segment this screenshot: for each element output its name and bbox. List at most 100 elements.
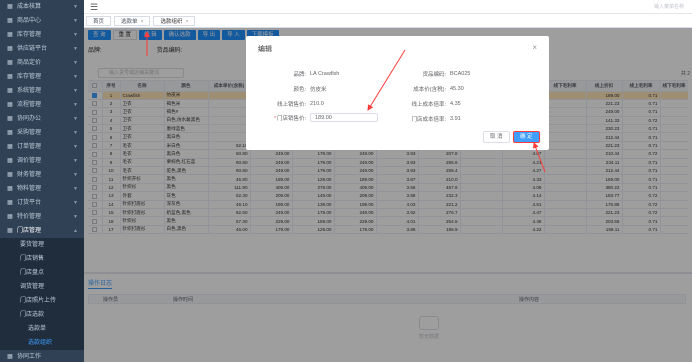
sidebar-subsubitem[interactable]: 选款组织: [0, 336, 84, 350]
sidebar-item[interactable]: ▦ 物料管理 ▼: [0, 182, 84, 196]
online-ratio-label: 线上成本倍率:: [411, 102, 446, 108]
sidebar-item[interactable]: ▦ 流程管理 ▼: [0, 98, 84, 112]
sidebar-item[interactable]: ▦ 门店管理 ▲: [0, 224, 84, 238]
sidebar-item-label: 成本核算: [17, 4, 42, 10]
chevron-icon: ▼: [73, 214, 78, 220]
sidebar-item[interactable]: ▦ 采购管理 ▼: [0, 126, 84, 140]
grid-icon: ▦: [7, 172, 13, 178]
chevron-icon: ▼: [73, 88, 78, 94]
sidebar-menu: ▦ 成本核算 ▼ ▦ 商品中心 ▼ ▦ 库存管理 ▼ ▦ 供应链平台 ▼ ▦ 商品定价 ▼ ▦ 库存管理 ▼ ▦ 系统…: [0, 0, 84, 362]
confirm-button[interactable]: 确 定: [513, 131, 540, 143]
sidebar-subitem[interactable]: 门店销售: [0, 252, 84, 266]
store-price-label-text: 门店销售价:: [276, 115, 306, 122]
chevron-icon: ▼: [73, 46, 78, 52]
grid-icon: ▦: [7, 102, 13, 108]
chevron-icon: ▼: [73, 116, 78, 122]
sidebar-item[interactable]: ▦ 库存管理 ▼: [0, 70, 84, 84]
sidebar-item[interactable]: ▦ 商品中心 ▼: [0, 14, 84, 28]
grid-icon: ▦: [7, 32, 13, 38]
sidebar-item-label: 库存管理: [17, 32, 42, 38]
close-icon[interactable]: ×: [532, 43, 537, 52]
sidebar-subitem[interactable]: 门店照片上传: [0, 294, 84, 308]
store-ratio-value: 3.91: [450, 116, 461, 122]
online-price-value: 210.0: [310, 101, 324, 107]
chevron-icon: ▼: [73, 60, 78, 66]
grid-icon: ▦: [7, 4, 13, 10]
code-label: 货品编码:: [422, 72, 446, 78]
sidebar-item-label: 系统管理: [17, 88, 42, 94]
cost-value: 45.30: [450, 86, 464, 92]
sidebar-item-label: 协同工作: [17, 354, 42, 360]
brand-label: 品牌:: [293, 72, 306, 78]
sidebar-subitem[interactable]: 调货管理: [0, 280, 84, 294]
chevron-icon: ▲: [73, 228, 78, 234]
menu-search-input[interactable]: 输入菜单名称: [614, 3, 684, 11]
sidebar-item[interactable]: ▦ 商品定价 ▼: [0, 56, 84, 70]
chevron-icon: ▼: [73, 74, 78, 80]
brand-row: 品牌: LA Crawfish: [256, 70, 339, 78]
grid-icon: ▦: [7, 88, 13, 94]
sidebar-item-label: 物料管理: [17, 186, 42, 192]
tag-label: 首页: [93, 18, 105, 25]
dialog-title: 编辑: [258, 46, 272, 53]
store-ratio-label: 门店成本倍率:: [411, 117, 446, 123]
sidebar-item-label: 供应链平台: [17, 46, 48, 52]
sidebar-item-label: 门店管理: [17, 228, 42, 234]
sidebar-subitem[interactable]: 要货管理: [0, 238, 84, 252]
sidebar-item[interactable]: ▦ 协同办公 ▼: [0, 112, 84, 126]
code-row: 货品编码: BCA025: [382, 70, 470, 78]
sidebar-item-label: 调价管理: [17, 158, 42, 164]
chevron-icon: ▼: [73, 144, 78, 150]
edit-dialog: 编辑 × 品牌: LA Crawfish 货品编码: BCA025 颜色: 仿皮…: [246, 36, 549, 150]
cost-label: 成本价(含税):: [413, 87, 446, 93]
cost-row: 成本价(含税): 45.30: [382, 85, 464, 93]
sidebar-item[interactable]: ▦ 库存管理 ▼: [0, 28, 84, 42]
sidebar-item[interactable]: ▦ 系统管理 ▼: [0, 84, 84, 98]
online-price-label: 线上销售价:: [276, 102, 306, 108]
chevron-icon: ▼: [73, 32, 78, 38]
store-ratio-row: 门店成本倍率: 3.91: [382, 115, 461, 123]
sidebar-item[interactable]: ▦ 调价管理 ▼: [0, 154, 84, 168]
sidebar-subsubitem[interactable]: 选款单: [0, 322, 84, 336]
hamburger-icon[interactable]: ☰: [90, 2, 98, 13]
chevron-icon: ▼: [73, 102, 78, 108]
color-label: 颜色:: [293, 87, 306, 93]
sidebar-item[interactable]: ▦ 供应链平台 ▼: [0, 42, 84, 56]
brand-value: LA Crawfish: [310, 71, 340, 77]
grid-icon: ▦: [7, 354, 13, 360]
cancel-button[interactable]: 取 消: [483, 131, 510, 143]
sidebar-item[interactable]: ▦ 订单管理 ▼: [0, 140, 84, 154]
sidebar-item[interactable]: ▦ 特价管理 ▼: [0, 210, 84, 224]
grid-icon: ▦: [7, 18, 13, 24]
sidebar-item[interactable]: ▦ 财务管理 ▼: [0, 168, 84, 182]
chevron-icon: ▼: [73, 172, 78, 178]
sidebar-item-label: 采购管理: [17, 130, 42, 136]
grid-icon: ▦: [7, 130, 13, 136]
chevron-icon: ▼: [73, 18, 78, 24]
chevron-icon: ▼: [73, 186, 78, 192]
sidebar-item-label: 订货平台: [17, 200, 42, 206]
tag-selection-org[interactable]: 选款组织 ×: [153, 15, 196, 26]
grid-icon: ▦: [7, 214, 13, 220]
close-icon[interactable]: ×: [185, 19, 188, 25]
required-asterisk: *: [273, 115, 276, 122]
tags-view: 首页 选款单 × 选款组织 ×: [84, 14, 692, 28]
sidebar-subitem[interactable]: 门店选款: [0, 308, 84, 322]
sidebar-item[interactable]: ▦ 订货平台 ▼: [0, 196, 84, 210]
grid-icon: ▦: [7, 46, 13, 52]
sidebar-item-label: 商品中心: [17, 18, 42, 24]
color-row: 颜色: 仿皮米: [256, 85, 326, 93]
online-price-row: 线上销售价: 210.0: [256, 100, 324, 108]
tag-home[interactable]: 首页: [86, 15, 112, 26]
sidebar: ▦ 成本核算 ▼ ▦ 商品中心 ▼ ▦ 库存管理 ▼ ▦ 供应链平台 ▼ ▦ 商品定价 ▼ ▦ 库存管理 ▼ ▦ 系统…: [0, 0, 84, 362]
sidebar-subitem[interactable]: 门店盘点: [0, 266, 84, 280]
grid-icon: ▦: [7, 74, 13, 80]
store-price-input[interactable]: [310, 113, 378, 122]
sidebar-item-collab[interactable]: ▦ 协同工作: [0, 350, 84, 362]
sidebar-item-label: 商品定价: [17, 60, 42, 66]
tag-selection-order[interactable]: 选款单 ×: [114, 15, 151, 26]
close-icon[interactable]: ×: [141, 19, 144, 25]
sidebar-item-label: 订单管理: [17, 144, 42, 150]
sidebar-item[interactable]: ▦ 成本核算 ▼: [0, 0, 84, 14]
online-ratio-value: 4.35: [450, 101, 461, 107]
